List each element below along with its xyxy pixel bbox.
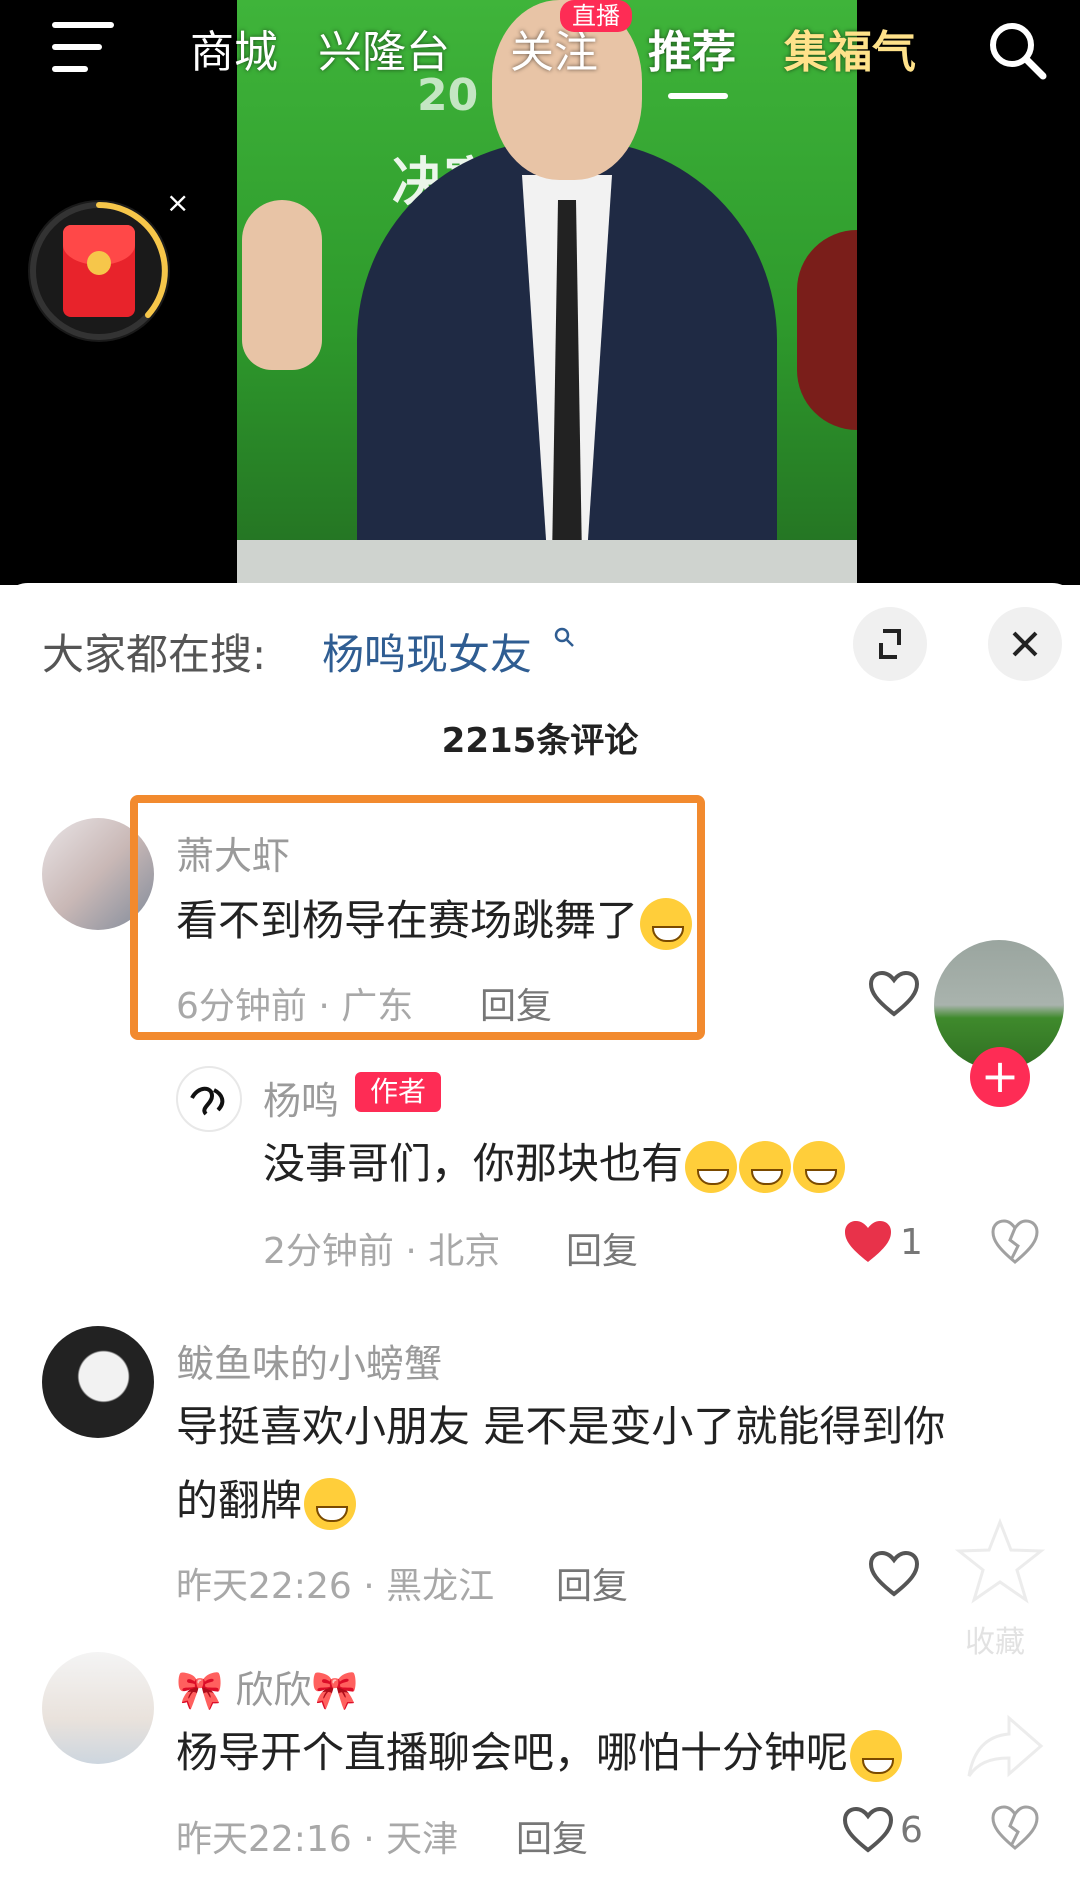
comment-meta: 2分钟前 · 北京 <box>263 1231 501 1272</box>
comment-username[interactable]: 🎀 欣欣🎀 <box>176 1659 359 1714</box>
comment-text: 没事哥们，你那块也有 <box>263 1128 846 1200</box>
nav-tab-local[interactable]: 兴隆台 <box>318 16 450 80</box>
hot-search-label: 大家都在搜: <box>42 630 267 679</box>
highlight-box <box>130 795 705 1040</box>
like-heart-icon[interactable] <box>868 1550 920 1598</box>
comment-text-cont: 的翻牌 <box>176 1465 357 1537</box>
active-tab-indicator <box>668 93 728 99</box>
shy-emoji-icon <box>304 1477 357 1530</box>
favorite-star-icon[interactable] <box>955 1518 1045 1604</box>
like-heart-icon[interactable] <box>868 970 920 1018</box>
laugh-cry-emoji-icon <box>793 1140 846 1193</box>
reply-button[interactable]: 回复 <box>566 1222 638 1274</box>
reply-button[interactable]: 回复 <box>556 1557 628 1609</box>
search-icon[interactable] <box>985 18 1049 82</box>
close-icon[interactable]: × <box>166 186 189 219</box>
favorite-label: 收藏 <box>965 1625 1025 1660</box>
liked-heart-icon[interactable] <box>842 1218 894 1266</box>
background-prop <box>797 230 857 430</box>
nav-tab-recommend[interactable]: 推荐 <box>648 16 736 80</box>
top-nav: 商城 兴隆台 关注 直播 推荐 集福气 <box>0 0 1080 110</box>
red-packet-widget[interactable] <box>28 200 170 342</box>
author-badge: 作者 <box>355 1072 441 1112</box>
like-heart-icon[interactable] <box>842 1806 894 1854</box>
desk <box>237 540 857 585</box>
expand-icon <box>879 629 901 659</box>
menu-icon[interactable] <box>52 22 114 74</box>
comment-username[interactable]: 杨鸣 <box>263 1070 339 1125</box>
comment-text: 杨导开个直播聊会吧，哪怕十分钟呢 <box>176 1717 903 1789</box>
follow-plus-icon[interactable]: + <box>970 1047 1030 1107</box>
close-comments-button[interactable] <box>988 607 1062 681</box>
comment-meta: 昨天22:26 · 黑龙江 <box>176 1566 495 1607</box>
reply-button[interactable]: 回复 <box>516 1810 588 1862</box>
hot-search-term[interactable]: 杨鸣现女友 <box>322 621 532 682</box>
red-envelope-icon <box>63 225 135 317</box>
live-badge: 直播 <box>560 0 632 32</box>
wink-tongue-emoji-icon <box>739 1140 792 1193</box>
laugh-cry-emoji-icon <box>850 1729 903 1782</box>
broken-heart-icon[interactable] <box>990 1804 1040 1854</box>
avatar[interactable] <box>42 1652 154 1764</box>
broken-heart-icon[interactable] <box>990 1218 1040 1268</box>
comment-meta: 昨天22:16 · 天津 <box>176 1819 459 1860</box>
expand-button[interactable] <box>853 607 927 681</box>
like-count: 1 <box>900 1222 923 1263</box>
share-arrow-icon[interactable] <box>965 1712 1045 1782</box>
comment-text: 导挺喜欢小朋友 是不是变小了就能得到你 <box>176 1402 946 1451</box>
nav-tab-mall[interactable]: 商城 <box>190 16 278 80</box>
grin-emoji-icon <box>685 1140 738 1193</box>
like-count: 6 <box>900 1810 923 1851</box>
avatar[interactable] <box>42 1326 154 1438</box>
comment-username[interactable]: 鲅鱼味的小螃蟹 <box>176 1333 442 1388</box>
author-avatar[interactable] <box>176 1066 242 1132</box>
comment-count: 2215条评论 <box>441 721 639 761</box>
search-icon <box>553 625 575 655</box>
nav-tab-jifuqi[interactable]: 集福气 <box>784 16 916 80</box>
close-icon <box>1012 631 1038 657</box>
host-hand <box>242 200 322 370</box>
